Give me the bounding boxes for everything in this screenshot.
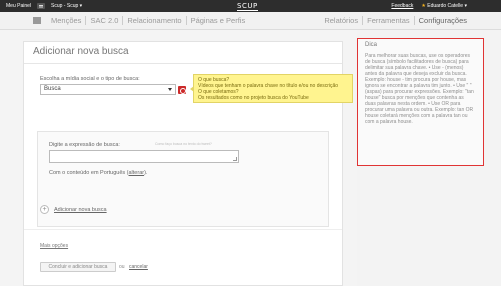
tab-mencoes[interactable]: Menções <box>47 16 87 25</box>
main-nav: Menções SAC 2.0 Relacionamento Páginas e… <box>0 12 501 30</box>
language-line: Com o conteúdo em Português (alterar). <box>49 170 147 176</box>
panel-link[interactable]: Meu Painel <box>6 3 31 9</box>
add-search-link[interactable]: Adicionar nova busca <box>54 207 107 213</box>
search-type-tooltip: O que busca? Vídeos que tenham o palavra… <box>190 74 353 103</box>
tips-panel: Dica Para melhorar suas buscas, use os o… <box>357 38 484 166</box>
language-suffix: ). <box>144 170 148 176</box>
expression-label: Digite a expressão de busca: <box>49 142 120 148</box>
scup-logo: SCUP <box>237 2 258 11</box>
nav-left: Menções SAC 2.0 Relacionamento Páginas e… <box>47 16 249 25</box>
tab-configuracoes[interactable]: Configurações <box>415 16 471 25</box>
user-name: Eduardo Catelle ▾ <box>427 3 467 9</box>
chevron-down-icon <box>168 88 172 91</box>
tab-paginas-perfis[interactable]: Páginas e Perfis <box>187 16 250 25</box>
menu-icon[interactable] <box>37 3 46 9</box>
top-bar-right: Feedback ★ Eduardo Catelle ▾ <box>391 3 467 9</box>
plus-icon[interactable]: + <box>40 205 49 214</box>
divider <box>24 229 342 230</box>
new-search-panel: Adicionar nova busca Escolha a mídia soc… <box>23 41 353 286</box>
tooltip-line: Os resultados como no projeto busca do Y… <box>198 95 309 101</box>
youtube-icon <box>178 86 186 94</box>
divider <box>24 63 342 64</box>
nav-right: Relatórios Ferramentas Configurações <box>320 16 471 25</box>
media-select-label: Escolha a mídia social e o tipo de busca… <box>40 76 140 82</box>
top-bar: Meu Painel Scup - Scup ▾ SCUP Feedback ★… <box>0 0 501 12</box>
dashboard-icon[interactable] <box>33 17 41 24</box>
user-menu[interactable]: ★ Eduardo Catelle ▾ <box>421 3 467 9</box>
conclude-add-search-button[interactable]: Concluir e adicionar busca <box>40 262 116 272</box>
tab-ferramentas[interactable]: Ferramentas <box>363 16 415 25</box>
tips-title: Dica <box>365 42 378 48</box>
or-text: ou <box>119 264 125 270</box>
tips-body: Para melhorar suas buscas, use os operad… <box>365 53 474 125</box>
tab-relatorios[interactable]: Relatórios <box>320 16 364 25</box>
more-options-link[interactable]: Mais opções <box>40 243 68 249</box>
media-type-select[interactable]: Busca <box>40 84 176 95</box>
change-language-link[interactable]: alterar <box>129 170 145 176</box>
tab-relacionamento[interactable]: Relacionamento <box>123 16 187 25</box>
media-type-value: Busca <box>44 86 61 92</box>
expression-help-link[interactable]: Como faço busca no texto do tweet? <box>155 142 212 146</box>
account-switcher[interactable]: Scup - Scup ▾ <box>51 3 82 9</box>
language-text: Com o conteúdo em Português ( <box>49 170 129 176</box>
search-expression-input[interactable] <box>49 150 239 163</box>
feedback-link[interactable]: Feedback <box>391 3 413 9</box>
tab-sac[interactable]: SAC 2.0 <box>86 16 124 25</box>
star-icon: ★ <box>421 3 426 9</box>
top-bar-left: Meu Painel Scup - Scup ▾ <box>6 3 82 9</box>
cancel-link[interactable]: cancelar <box>129 264 148 270</box>
page-title: Adicionar nova busca <box>33 46 129 57</box>
